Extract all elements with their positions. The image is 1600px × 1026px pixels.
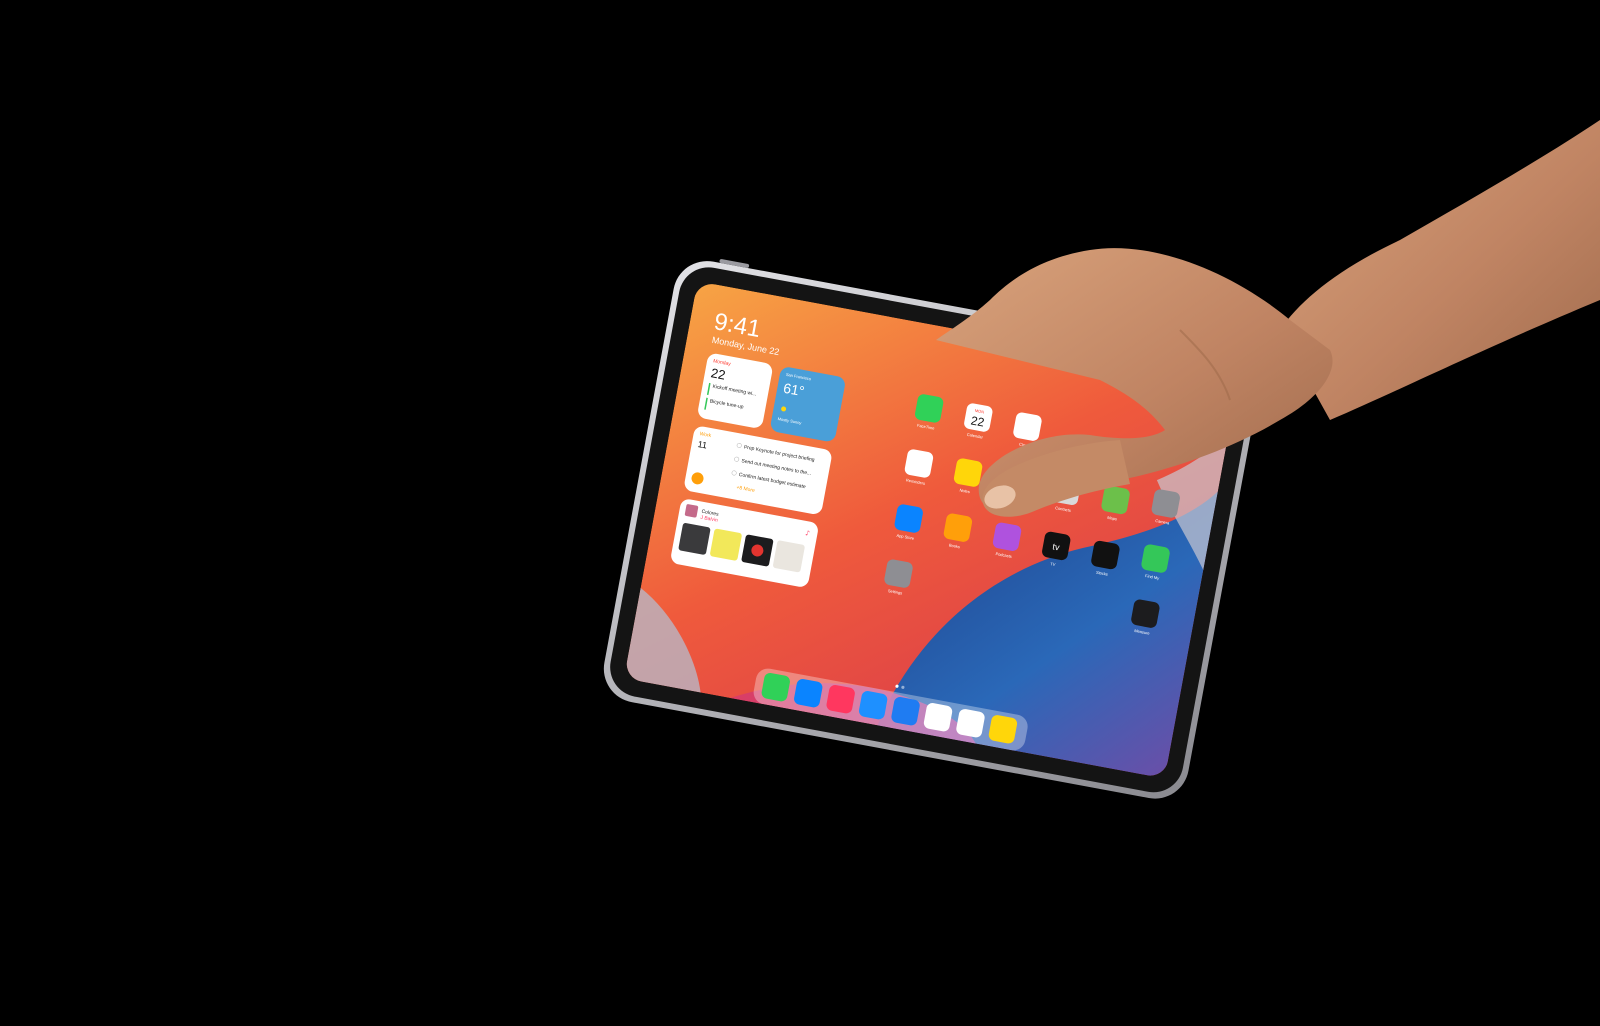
- photo-scene: 9:41 Monday, June 22 Monday 22 Kickoff m…: [603, 120, 1600, 799]
- app-store-icon: [894, 504, 923, 533]
- facetime-icon: [914, 394, 944, 423]
- find-my-icon: [1141, 544, 1170, 573]
- calendar-widget[interactable]: Monday 22 Kickoff meeting wi... Bicycle …: [697, 352, 774, 429]
- notes-icon[interactable]: [988, 714, 1018, 744]
- album-art-main: [684, 504, 699, 518]
- podcasts-icon: [992, 522, 1022, 551]
- weather-widget[interactable]: San Francisco 61° Mostly Sunny: [769, 366, 846, 443]
- measure-icon: [1131, 599, 1160, 628]
- reminders-icon: [904, 449, 934, 478]
- reminders-count: 11: [697, 439, 708, 451]
- settings-icon: [884, 559, 913, 588]
- books-icon: [943, 513, 973, 542]
- hand: [936, 120, 1600, 517]
- maps-icon: [1101, 485, 1130, 515]
- photos-icon[interactable]: [923, 702, 953, 732]
- calendar-widget-day-number: 22: [710, 365, 727, 382]
- album-art: [773, 540, 805, 573]
- album-art: [678, 523, 711, 555]
- stocks-icon: [1091, 540, 1120, 570]
- safari-icon[interactable]: [793, 678, 823, 708]
- reminders-icon[interactable]: [955, 708, 985, 738]
- notes-icon: [953, 458, 983, 487]
- files-icon[interactable]: [890, 696, 920, 726]
- music-icon[interactable]: [826, 684, 856, 714]
- messages-icon[interactable]: [761, 672, 791, 702]
- clock-icon: [1013, 412, 1042, 441]
- camera-icon: [1151, 489, 1180, 518]
- mail-icon[interactable]: [858, 690, 888, 720]
- album-art: [710, 528, 742, 561]
